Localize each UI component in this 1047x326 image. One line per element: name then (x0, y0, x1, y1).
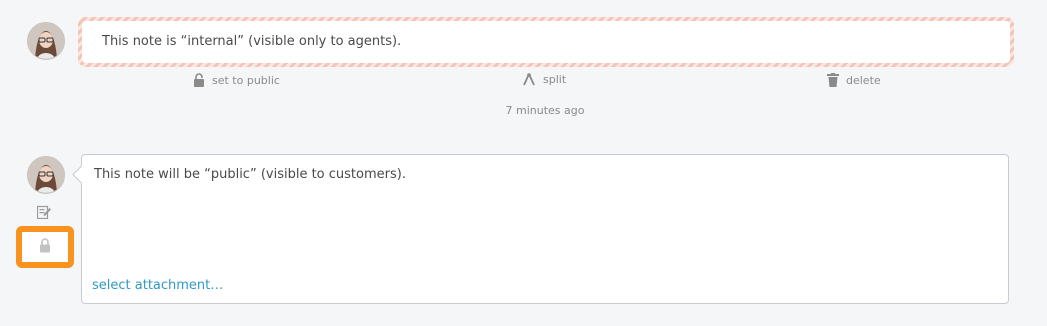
current-user-avatar[interactable] (27, 156, 65, 194)
delete-button[interactable]: delete (827, 73, 881, 87)
edit-icon[interactable] (36, 204, 51, 223)
author-avatar[interactable] (27, 22, 65, 60)
internal-note-text: This note is “internal” (visible only to… (102, 34, 402, 49)
avatar-image (28, 23, 64, 59)
note-composer[interactable]: This note will be “public” (visible to c… (81, 154, 1009, 304)
select-attachment-link[interactable]: select attachment… (92, 278, 223, 293)
split-label: split (543, 73, 567, 86)
note-timestamp: 7 minutes ago (505, 104, 585, 117)
trash-icon (827, 73, 839, 87)
set-to-public-button[interactable]: set to public (193, 73, 280, 87)
lock-icon (39, 237, 51, 257)
set-to-public-label: set to public (212, 73, 280, 87)
visibility-lock-toggle[interactable] (16, 226, 74, 268)
composer-text[interactable]: This note will be “public” (visible to c… (94, 167, 406, 182)
split-icon (522, 73, 536, 86)
internal-note: This note is “internal” (visible only to… (78, 17, 1014, 67)
avatar-image (28, 157, 64, 193)
split-button[interactable]: split (522, 73, 566, 86)
delete-label: delete (846, 73, 881, 87)
lock-icon (193, 73, 205, 87)
